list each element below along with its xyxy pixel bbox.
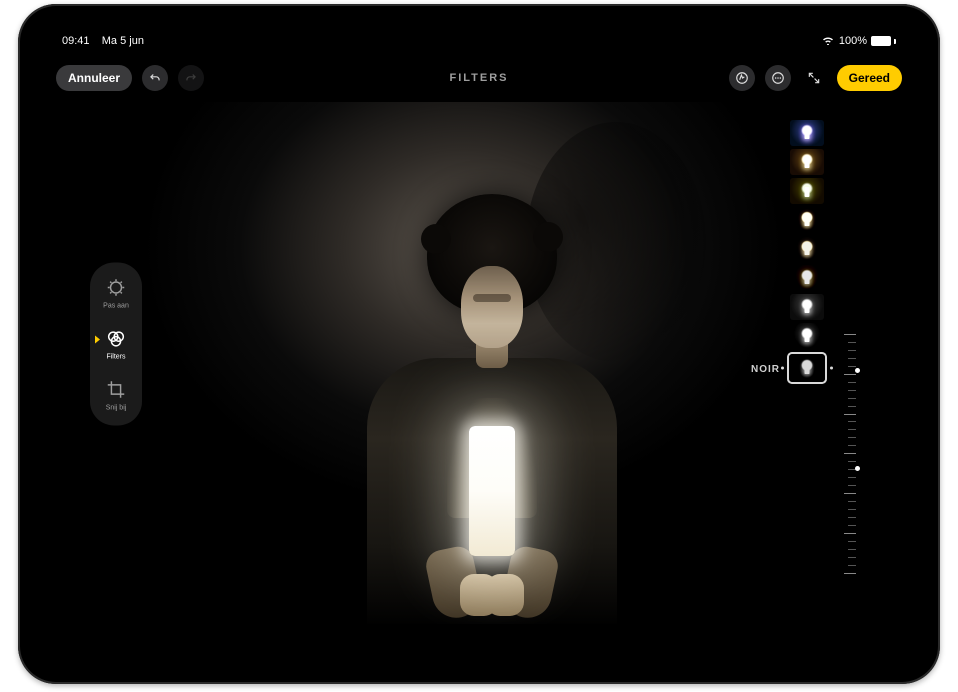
redo-button[interactable] [178, 65, 204, 91]
filter-thumb[interactable] [790, 178, 824, 204]
photo-canvas[interactable] [143, 102, 840, 624]
markup-button[interactable] [729, 65, 755, 91]
battery-percent: 100% [839, 35, 867, 47]
adjust-icon [105, 277, 127, 299]
slider-marker-icon [855, 466, 860, 471]
more-options-button[interactable] [765, 65, 791, 91]
filter-thumb[interactable] [790, 323, 824, 349]
filter-thumb[interactable] [790, 265, 824, 291]
selection-dot-icon [781, 367, 784, 370]
selected-filter-label: NOIR [751, 364, 780, 375]
filter-thumb-selected[interactable] [787, 352, 827, 384]
status-date: Ma 5 jun [102, 35, 144, 47]
done-button[interactable]: Gereed [837, 65, 902, 91]
selection-dot-icon [830, 367, 833, 370]
filter-thumb[interactable] [790, 120, 824, 146]
editor-mode-title: FILTERS [449, 72, 508, 84]
status-bar: 09:41 Ma 5 jun 100% [38, 32, 920, 50]
editor-top-toolbar: Annuleer FILTERS Gereed [38, 58, 920, 98]
crop-label: Snij bij [106, 405, 127, 412]
adjust-label: Pas aan [103, 303, 129, 310]
screen: 09:41 Ma 5 jun 100% Annuleer [38, 24, 920, 664]
filter-thumb[interactable] [790, 149, 824, 175]
undo-button[interactable] [142, 65, 168, 91]
filter-thumb[interactable] [790, 207, 824, 233]
status-time-date: 09:41 Ma 5 jun [62, 35, 144, 47]
slider-handle-icon[interactable] [855, 368, 860, 373]
photo-subject [322, 184, 662, 624]
filter-thumb[interactable] [790, 236, 824, 262]
status-time: 09:41 [62, 35, 90, 47]
fullscreen-button[interactable] [801, 65, 827, 91]
filter-intensity-slider[interactable] [842, 334, 856, 574]
filter-thumbnail-strip[interactable] [786, 120, 828, 544]
ipad-device-frame: 09:41 Ma 5 jun 100% Annuleer [18, 4, 940, 684]
crop-mode-button[interactable]: Snij bij [105, 379, 127, 412]
filter-thumb[interactable] [790, 294, 824, 320]
filters-label: Filters [106, 354, 125, 361]
active-mode-indicator-icon [95, 336, 100, 344]
filters-mode-button[interactable]: Filters [105, 328, 127, 361]
filters-icon [105, 328, 127, 350]
wifi-icon [821, 35, 835, 48]
edit-mode-sidebar: Pas aan Filters Snij bij [90, 263, 142, 426]
crop-icon [105, 379, 127, 401]
battery-icon [871, 36, 896, 46]
adjust-mode-button[interactable]: Pas aan [103, 277, 129, 310]
cancel-button[interactable]: Annuleer [56, 65, 132, 91]
